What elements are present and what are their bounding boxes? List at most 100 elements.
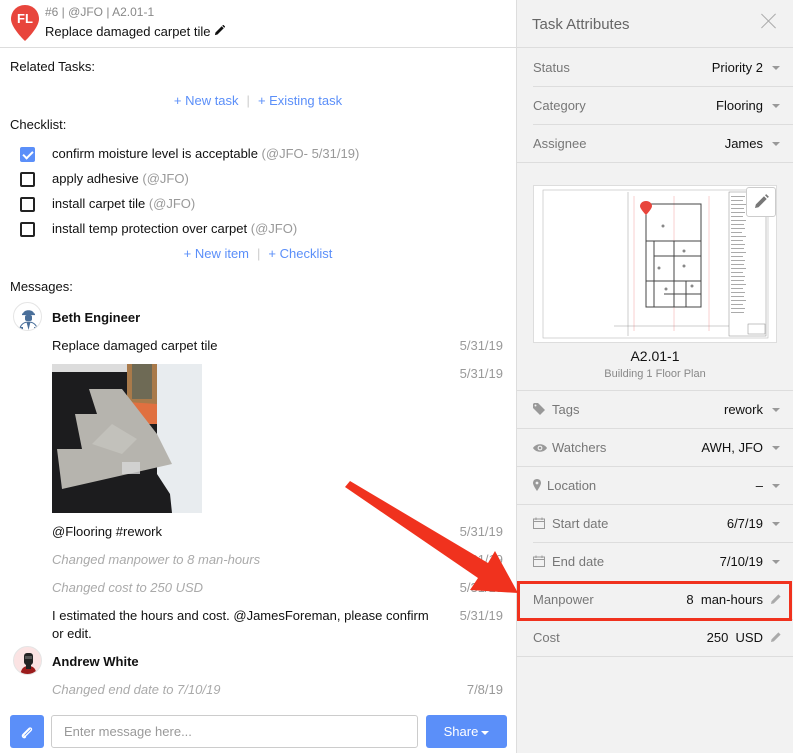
engineer-avatar-icon <box>18 310 39 330</box>
avatar-andrew-white <box>13 646 42 675</box>
messages-label: Messages: <box>10 279 73 294</box>
message-date: 5/31/19 <box>459 608 503 623</box>
new-checklist-link[interactable]: + Checklist <box>268 246 332 261</box>
checklist-item-meta: (@JFO) <box>148 196 196 211</box>
task-attributes-panel: Task Attributes Status Priority 2 Catego… <box>517 0 793 753</box>
checkbox-checked[interactable] <box>20 147 35 162</box>
cost-unit: USD <box>735 630 763 645</box>
message-input[interactable] <box>51 715 418 748</box>
new-item-link[interactable]: + New item <box>184 246 249 261</box>
message-text: I estimated the hours and cost. @JamesFo… <box>52 608 429 641</box>
category-value: Flooring <box>716 98 763 113</box>
message-date: 5/31/19 <box>459 338 503 353</box>
share-button[interactable]: Share <box>426 715 507 748</box>
checklist-item-text: install temp protection over carpet <box>52 221 248 236</box>
checklist-item-meta: (@JFO- 5/31/19) <box>261 146 360 161</box>
cost-field[interactable]: Cost 250 USD <box>517 619 793 657</box>
task-title-text: Replace damaged carpet tile <box>45 24 211 39</box>
worker-avatar-icon <box>20 653 37 674</box>
checklist-item-text: install carpet tile <box>52 196 146 211</box>
related-tasks-label: Related Tasks: <box>10 59 96 74</box>
chevron-down-icon <box>772 446 780 450</box>
task-header: FL #6 | @JFO | A2.01-1 Replace damaged c… <box>0 0 516 48</box>
chevron-down-icon <box>772 522 780 526</box>
panel-title: Task Attributes <box>532 16 630 33</box>
checkbox[interactable] <box>20 172 35 187</box>
pencil-icon[interactable] <box>770 631 782 646</box>
watchers-label: Watchers <box>552 440 607 455</box>
existing-task-link[interactable]: + Existing task <box>258 93 342 108</box>
separator: | <box>246 93 250 108</box>
edit-plan-button[interactable] <box>746 187 776 217</box>
tag-icon <box>533 403 547 418</box>
assignee-value: James <box>724 136 763 151</box>
divider <box>517 47 793 48</box>
avatar-beth-engineer <box>13 302 42 331</box>
task-title[interactable]: Replace damaged carpet tile <box>45 24 225 39</box>
calendar-icon <box>533 517 547 532</box>
checklist-item-meta: (@JFO) <box>250 221 298 236</box>
manpower-field[interactable]: Manpower 8 man-hours <box>517 581 793 619</box>
share-button-label: Share <box>443 724 479 739</box>
pencil-icon <box>755 194 769 208</box>
message-text: @Flooring #rework <box>52 524 163 539</box>
floor-plan-drawing <box>542 189 769 339</box>
task-meta: #6 | @JFO | A2.01-1 <box>45 5 155 19</box>
pencil-icon[interactable] <box>770 593 782 608</box>
category-initials: FL <box>17 11 33 26</box>
checkbox[interactable] <box>20 222 35 237</box>
manpower-label: Manpower <box>533 592 594 607</box>
divider <box>517 656 793 657</box>
task-detail-panel: FL #6 | @JFO | A2.01-1 Replace damaged c… <box>0 0 517 753</box>
start-date-picker[interactable]: Start date 6/7/19 <box>517 505 793 543</box>
watchers-value: AWH, JFO <box>701 440 763 455</box>
map-marker-icon <box>533 479 542 494</box>
message-date: 5/31/19 <box>459 366 503 381</box>
checklist-item-text: confirm moisture level is acceptable <box>52 146 258 161</box>
cost-label: Cost <box>533 630 560 645</box>
start-date-label: Start date <box>552 516 609 531</box>
status-dropdown[interactable]: Status Priority 2 <box>517 49 793 87</box>
chevron-down-icon <box>772 142 780 146</box>
tags-dropdown[interactable]: Tags rework <box>517 391 793 429</box>
tags-label: Tags <box>552 402 580 417</box>
cost-value: 250 <box>706 630 729 645</box>
manpower-value: 8 <box>686 592 694 607</box>
calendar-icon <box>533 555 547 570</box>
category-dropdown[interactable]: Category Flooring <box>517 87 793 125</box>
end-date-picker[interactable]: End date 7/10/19 <box>517 543 793 581</box>
checkbox[interactable] <box>20 197 35 212</box>
new-task-link[interactable]: + New task <box>174 93 239 108</box>
pencil-icon[interactable] <box>214 24 225 39</box>
plan-name[interactable]: A2.01-1 <box>517 348 793 364</box>
category-label: Category <box>533 98 586 113</box>
system-message: Changed cost to 250 USD <box>52 580 204 595</box>
attach-button[interactable] <box>10 715 44 748</box>
close-icon[interactable] <box>761 13 777 29</box>
chevron-down-icon <box>772 408 780 412</box>
message-date: 5/31/19 <box>459 580 503 595</box>
start-date-value: 6/7/19 <box>726 516 763 531</box>
chevron-down-icon <box>772 560 780 564</box>
checklist-actions: + New item | + Checklist <box>0 246 516 261</box>
message-author: Beth Engineer <box>52 310 141 325</box>
message-photo[interactable] <box>52 364 202 513</box>
message-composer: Share <box>0 715 516 748</box>
caret-down-icon <box>481 730 490 735</box>
plan-thumbnail[interactable] <box>533 185 777 343</box>
checklist-item-text: apply adhesive <box>52 171 139 186</box>
message-date: 5/31/19 <box>459 524 503 539</box>
manpower-unit: man-hours <box>700 592 763 607</box>
divider <box>517 162 793 163</box>
related-tasks-actions: + New task | + Existing task <box>0 93 516 108</box>
system-message: Changed end date to 7/10/19 <box>52 682 221 697</box>
assignee-dropdown[interactable]: Assignee James <box>517 125 793 163</box>
chevron-down-icon <box>772 66 780 70</box>
plan-description: Building 1 Floor Plan <box>604 368 706 380</box>
message-text: Replace damaged carpet tile <box>52 338 218 353</box>
end-date-value: 7/10/19 <box>719 554 763 569</box>
location-dropdown[interactable]: Location – <box>517 467 793 505</box>
eye-icon <box>533 441 547 456</box>
message-date: 7/8/19 <box>466 682 503 697</box>
watchers-dropdown[interactable]: Watchers AWH, JFO <box>517 429 793 467</box>
